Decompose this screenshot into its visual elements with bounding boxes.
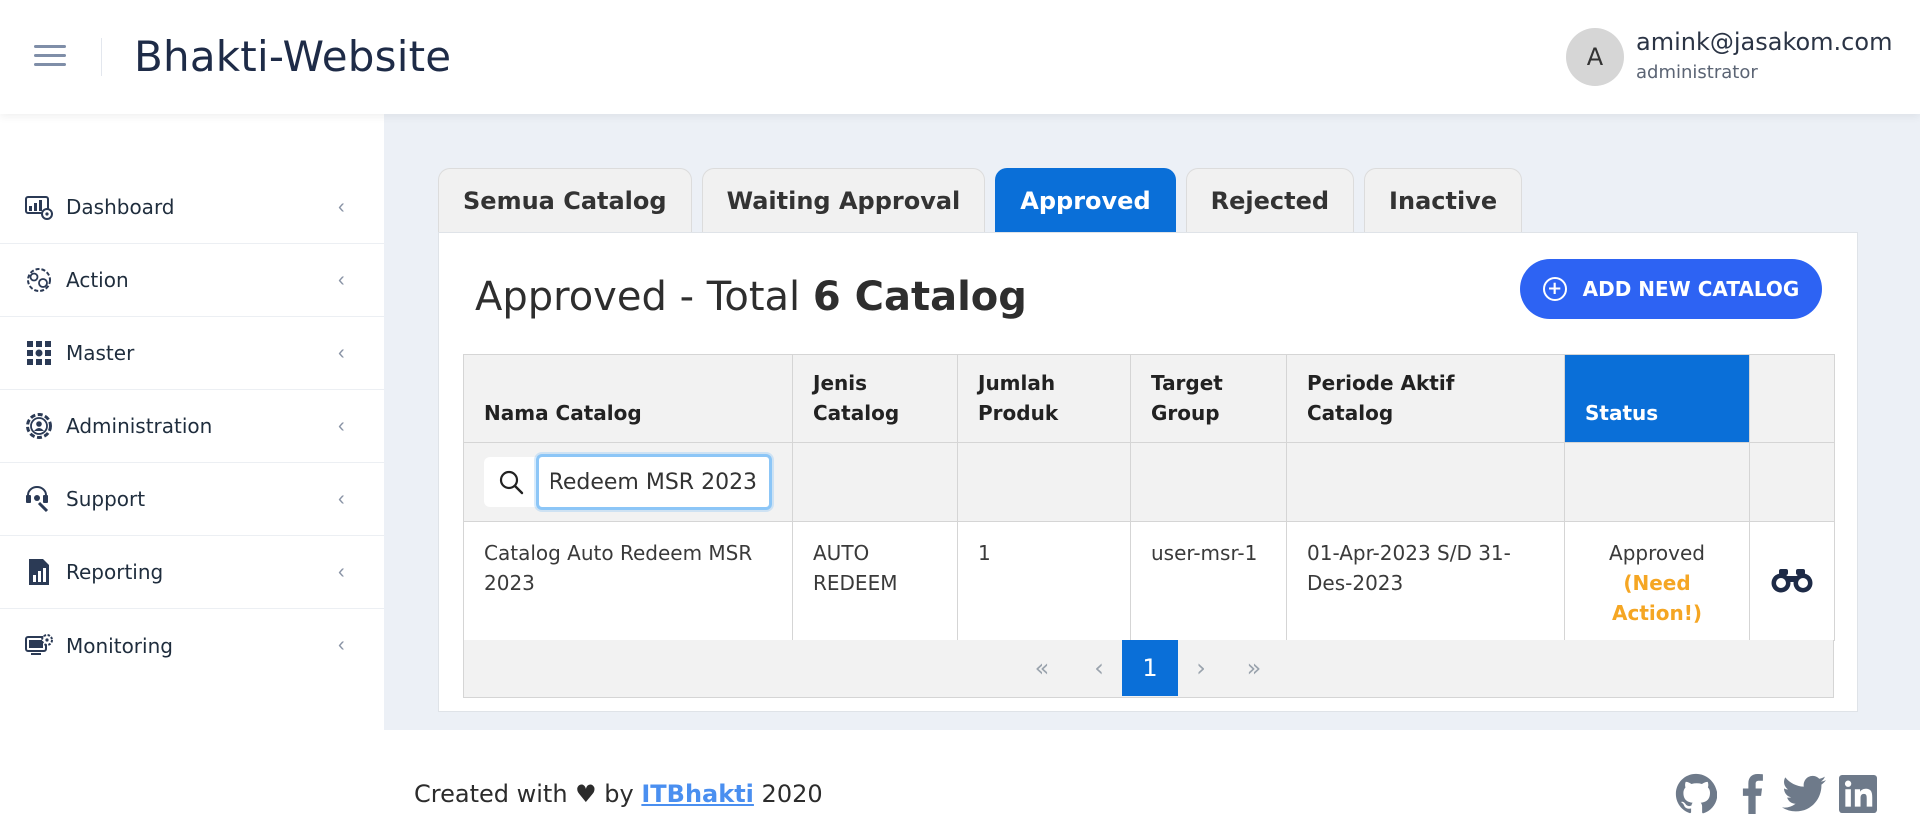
catalog-count: 6 Catalog: [812, 274, 1027, 320]
sidebar-item-label: Action: [66, 268, 129, 292]
page-title: Approved - Total 6 Catalog: [475, 274, 1027, 320]
cell-jenis-catalog: AUTO REDEEM: [792, 521, 958, 641]
cell-actions: [1749, 521, 1835, 641]
status-text: Approved: [1609, 541, 1705, 565]
search-input[interactable]: [536, 454, 772, 510]
sidebar-item-master[interactable]: Master ‹: [0, 317, 384, 390]
cell-target-group: user-msr-1: [1130, 521, 1287, 641]
binoculars-icon[interactable]: [1770, 538, 1814, 594]
filter-cell: [1130, 442, 1287, 522]
first-page-button[interactable]: «: [1019, 640, 1065, 696]
column-header-status[interactable]: Status: [1564, 354, 1750, 443]
chevron-left-icon: ‹: [338, 268, 345, 291]
cell-periode-aktif: 01-Apr-2023 S/D 31-Des-2023: [1286, 521, 1565, 641]
footer-year: 2020: [753, 780, 823, 808]
footer-prefix: Created with ♥ by: [414, 780, 642, 808]
sidebar-item-label: Master: [66, 341, 135, 365]
filter-cell: [957, 442, 1131, 522]
filter-cell: [1564, 442, 1750, 522]
github-icon[interactable]: [1674, 772, 1718, 816]
tab-waiting-approval[interactable]: Waiting Approval: [701, 168, 986, 232]
master-icon: [24, 338, 54, 368]
chevron-left-icon: ‹: [338, 414, 345, 437]
add-new-catalog-button[interactable]: + ADD NEW CATALOG: [1520, 259, 1822, 319]
search-filter: [484, 454, 772, 510]
pagination: « ‹ 1 › »: [463, 640, 1834, 698]
chevron-left-icon: ‹: [338, 560, 345, 583]
filter-cell: [1286, 442, 1565, 522]
hamburger-menu-icon[interactable]: [34, 45, 66, 67]
chevron-left-icon: ‹: [338, 341, 345, 364]
sidebar-item-label: Dashboard: [66, 195, 175, 219]
support-icon: [24, 484, 54, 514]
chevron-left-icon: ‹: [338, 634, 345, 656]
sidebar-item-action[interactable]: Action ‹: [0, 244, 384, 317]
need-action-badge: (Need Action!): [1612, 571, 1702, 625]
app-title: Bhakti-Website: [134, 32, 452, 81]
facebook-icon[interactable]: [1730, 772, 1774, 816]
action-icon: [24, 265, 54, 295]
tab-inactive[interactable]: Inactive: [1364, 168, 1523, 232]
cell-jumlah-produk: 1: [957, 521, 1131, 641]
sidebar-item-label: Reporting: [66, 560, 164, 584]
twitter-icon[interactable]: [1782, 772, 1826, 816]
sidebar-item-support[interactable]: Support ‹: [0, 463, 384, 536]
footer: Created with ♥ by ITBhakti 2020: [384, 730, 1920, 834]
footer-credit: Created with ♥ by ITBhakti 2020: [414, 780, 823, 808]
add-new-catalog-label: ADD NEW CATALOG: [1582, 277, 1800, 301]
column-header-jenis-catalog[interactable]: Jenis Catalog: [792, 354, 958, 443]
avatar[interactable]: A: [1566, 28, 1624, 86]
linkedin-icon[interactable]: [1836, 772, 1880, 816]
sidebar: Dashboard ‹ Action ‹ Master ‹ Administra…: [0, 114, 384, 834]
monitoring-icon: [24, 631, 54, 661]
top-header: Bhakti-Website A amink@jasakom.com admin…: [0, 0, 1920, 114]
plus-circle-icon: +: [1542, 277, 1567, 301]
prev-page-button[interactable]: ‹: [1076, 640, 1122, 696]
sidebar-item-monitoring[interactable]: Monitoring ‹: [0, 609, 384, 682]
sidebar-item-label: Administration: [66, 414, 213, 438]
table-row: Catalog Auto Redeem MSR 2023 AUTO REDEEM…: [463, 521, 1835, 641]
filter-cell-nama: [463, 442, 793, 522]
sidebar-item-dashboard[interactable]: Dashboard ‹: [0, 171, 384, 244]
header-divider: [101, 38, 102, 76]
tab-semua-catalog[interactable]: Semua Catalog: [438, 168, 692, 232]
administration-icon: [24, 411, 54, 441]
chevron-left-icon: ‹: [338, 195, 345, 218]
reporting-icon: [24, 557, 54, 587]
page-1-button[interactable]: 1: [1122, 640, 1178, 696]
user-email[interactable]: amink@jasakom.com: [1636, 28, 1892, 56]
catalog-tabs: Semua Catalog Waiting Approval Approved …: [438, 168, 1532, 232]
sidebar-menu: Dashboard ‹ Action ‹ Master ‹ Administra…: [0, 171, 384, 682]
column-header-actions: [1749, 354, 1835, 443]
page-title-prefix: Approved - Total: [475, 274, 813, 320]
filter-row: [463, 442, 1835, 522]
itbhakti-link[interactable]: ITBhakti: [641, 780, 754, 808]
dashboard-icon: [24, 192, 54, 222]
search-icon[interactable]: [484, 457, 537, 507]
sidebar-item-label: Support: [66, 487, 146, 511]
last-page-button[interactable]: »: [1231, 640, 1277, 696]
column-header-periode-aktif[interactable]: Periode Aktif Catalog: [1286, 354, 1565, 443]
column-header-jumlah-produk[interactable]: Jumlah Produk: [957, 354, 1131, 443]
column-header-nama-catalog[interactable]: Nama Catalog: [463, 354, 793, 443]
column-header-target-group[interactable]: Target Group: [1130, 354, 1287, 443]
tab-approved[interactable]: Approved: [995, 168, 1176, 232]
catalog-table: Nama Catalog Jenis Catalog Jumlah Produk…: [463, 354, 1835, 641]
tab-rejected[interactable]: Rejected: [1185, 168, 1355, 232]
sidebar-item-administration[interactable]: Administration ‹: [0, 390, 384, 463]
filter-cell: [1749, 442, 1835, 522]
sidebar-item-label: Monitoring: [66, 633, 173, 658]
sidebar-item-reporting[interactable]: Reporting ‹: [0, 536, 384, 609]
next-page-button[interactable]: ›: [1178, 640, 1224, 696]
cell-status: Approved (Need Action!): [1564, 521, 1750, 641]
user-role: administrator: [1636, 62, 1758, 83]
cell-nama-catalog: Catalog Auto Redeem MSR 2023: [463, 521, 793, 641]
filter-cell: [792, 442, 958, 522]
chevron-left-icon: ‹: [338, 487, 345, 510]
